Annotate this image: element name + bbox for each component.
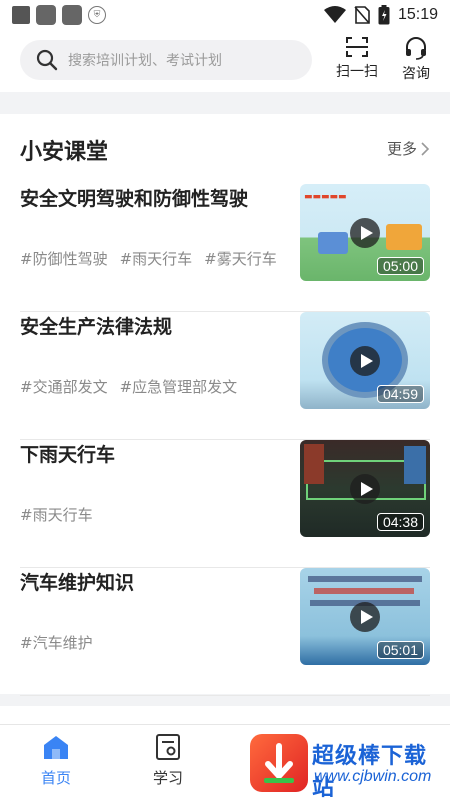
study-icon	[156, 734, 180, 760]
course-title: 安全文明驾驶和防御性驾驶	[20, 188, 249, 210]
play-icon[interactable]	[350, 474, 380, 504]
scan-button[interactable]: 扫一扫	[329, 36, 385, 81]
course-item[interactable]: 下雨天行车 #雨天行车 04:38	[20, 440, 430, 568]
truck-graphic	[318, 232, 348, 254]
video-thumbnail[interactable]: ▬▬▬▬▬ 05:00	[300, 184, 430, 281]
course-tag: #防御性驾驶	[20, 250, 108, 268]
notification-icon	[12, 6, 30, 24]
video-duration: 04:59	[376, 385, 424, 403]
consult-label: 咨询	[402, 66, 430, 82]
course-section: 小安课堂 更多 安全文明驾驶和防御性驾驶 #防御性驾驶 #雨天行车 #雾天行车 …	[0, 114, 450, 696]
course-item[interactable]: 汽车维护知识 #汽车维护 05:01	[20, 568, 430, 696]
tab-home[interactable]: 首页	[21, 733, 91, 788]
play-icon[interactable]	[350, 602, 380, 632]
status-bar: ⛨ 15:19	[0, 0, 450, 30]
search-input[interactable]: 搜索培训计划、考试计划	[20, 40, 312, 80]
section-title: 小安课堂	[20, 140, 109, 165]
course-tag: #应急管理部发文	[119, 378, 238, 396]
top-header: 搜索培训计划、考试计划 扫一扫 咨询	[0, 30, 450, 92]
video-duration: 04:38	[376, 513, 424, 531]
course-tag: #雾天行车	[204, 250, 277, 268]
course-tags: #交通部发文 #应急管理部发文	[20, 376, 237, 397]
battery-icon	[378, 5, 390, 25]
shield-icon: ⛨	[88, 6, 106, 24]
course-item[interactable]: 安全生产法律法规 #交通部发文 #应急管理部发文 04:59	[20, 312, 430, 440]
video-thumbnail[interactable]: 05:01	[300, 568, 430, 665]
video-thumbnail[interactable]: 04:38	[300, 440, 430, 537]
tab-study[interactable]: 学习	[133, 733, 203, 788]
no-sim-icon	[354, 6, 370, 24]
search-icon	[36, 49, 58, 71]
watermark-url: www.cjbwin.com	[314, 768, 432, 785]
text-graphic	[308, 576, 422, 582]
course-title: 下雨天行车	[20, 444, 116, 466]
consult-button[interactable]: 咨询	[388, 36, 444, 83]
tab-label: 学习	[152, 769, 183, 787]
tab-label: 首页	[40, 769, 71, 787]
scan-icon	[346, 37, 368, 57]
more-link[interactable]: 更多	[387, 138, 430, 159]
course-tags: #防御性驾驶 #雨天行车 #雾天行车	[20, 248, 277, 269]
home-icon	[44, 736, 68, 759]
course-item[interactable]: 安全文明驾驶和防御性驾驶 #防御性驾驶 #雨天行车 #雾天行车 ▬▬▬▬▬ 05…	[20, 184, 430, 312]
next-section-peek	[0, 706, 450, 726]
app-notification-icon-2	[62, 5, 82, 25]
play-icon[interactable]	[350, 218, 380, 248]
chevron-right-icon	[421, 141, 430, 156]
scan-label: 扫一扫	[336, 64, 378, 80]
search-placeholder: 搜索培训计划、考试计划	[68, 53, 222, 69]
clock-text: 15:19	[397, 6, 438, 23]
course-tag: #雨天行车	[119, 250, 193, 268]
course-tags: #雨天行车	[20, 504, 93, 525]
video-duration: 05:01	[376, 641, 424, 659]
watermark: 超级棒下载站 www.cjbwin.com	[250, 734, 446, 800]
more-label: 更多	[386, 140, 417, 158]
video-duration: 05:00	[376, 257, 424, 275]
course-title: 安全生产法律法规	[20, 316, 173, 338]
play-icon[interactable]	[350, 346, 380, 376]
wifi-icon	[323, 6, 346, 23]
building-graphic	[304, 444, 324, 484]
course-tag: #汽车维护	[20, 634, 93, 652]
divider	[20, 695, 430, 696]
video-thumbnail[interactable]: 04:59	[300, 312, 430, 409]
building-graphic-2	[404, 446, 426, 484]
app-notification-icon	[36, 5, 56, 25]
course-title: 汽车维护知识	[20, 572, 135, 594]
text-graphic-2	[314, 588, 414, 594]
watermark-logo-icon	[250, 734, 308, 792]
course-tag: #雨天行车	[20, 506, 93, 524]
car-graphic	[386, 224, 422, 250]
course-tag: #交通部发文	[20, 378, 108, 396]
course-tags: #汽车维护	[20, 632, 93, 653]
thumb-caption-graphic: ▬▬▬▬▬	[304, 192, 347, 202]
headset-icon	[406, 37, 426, 60]
